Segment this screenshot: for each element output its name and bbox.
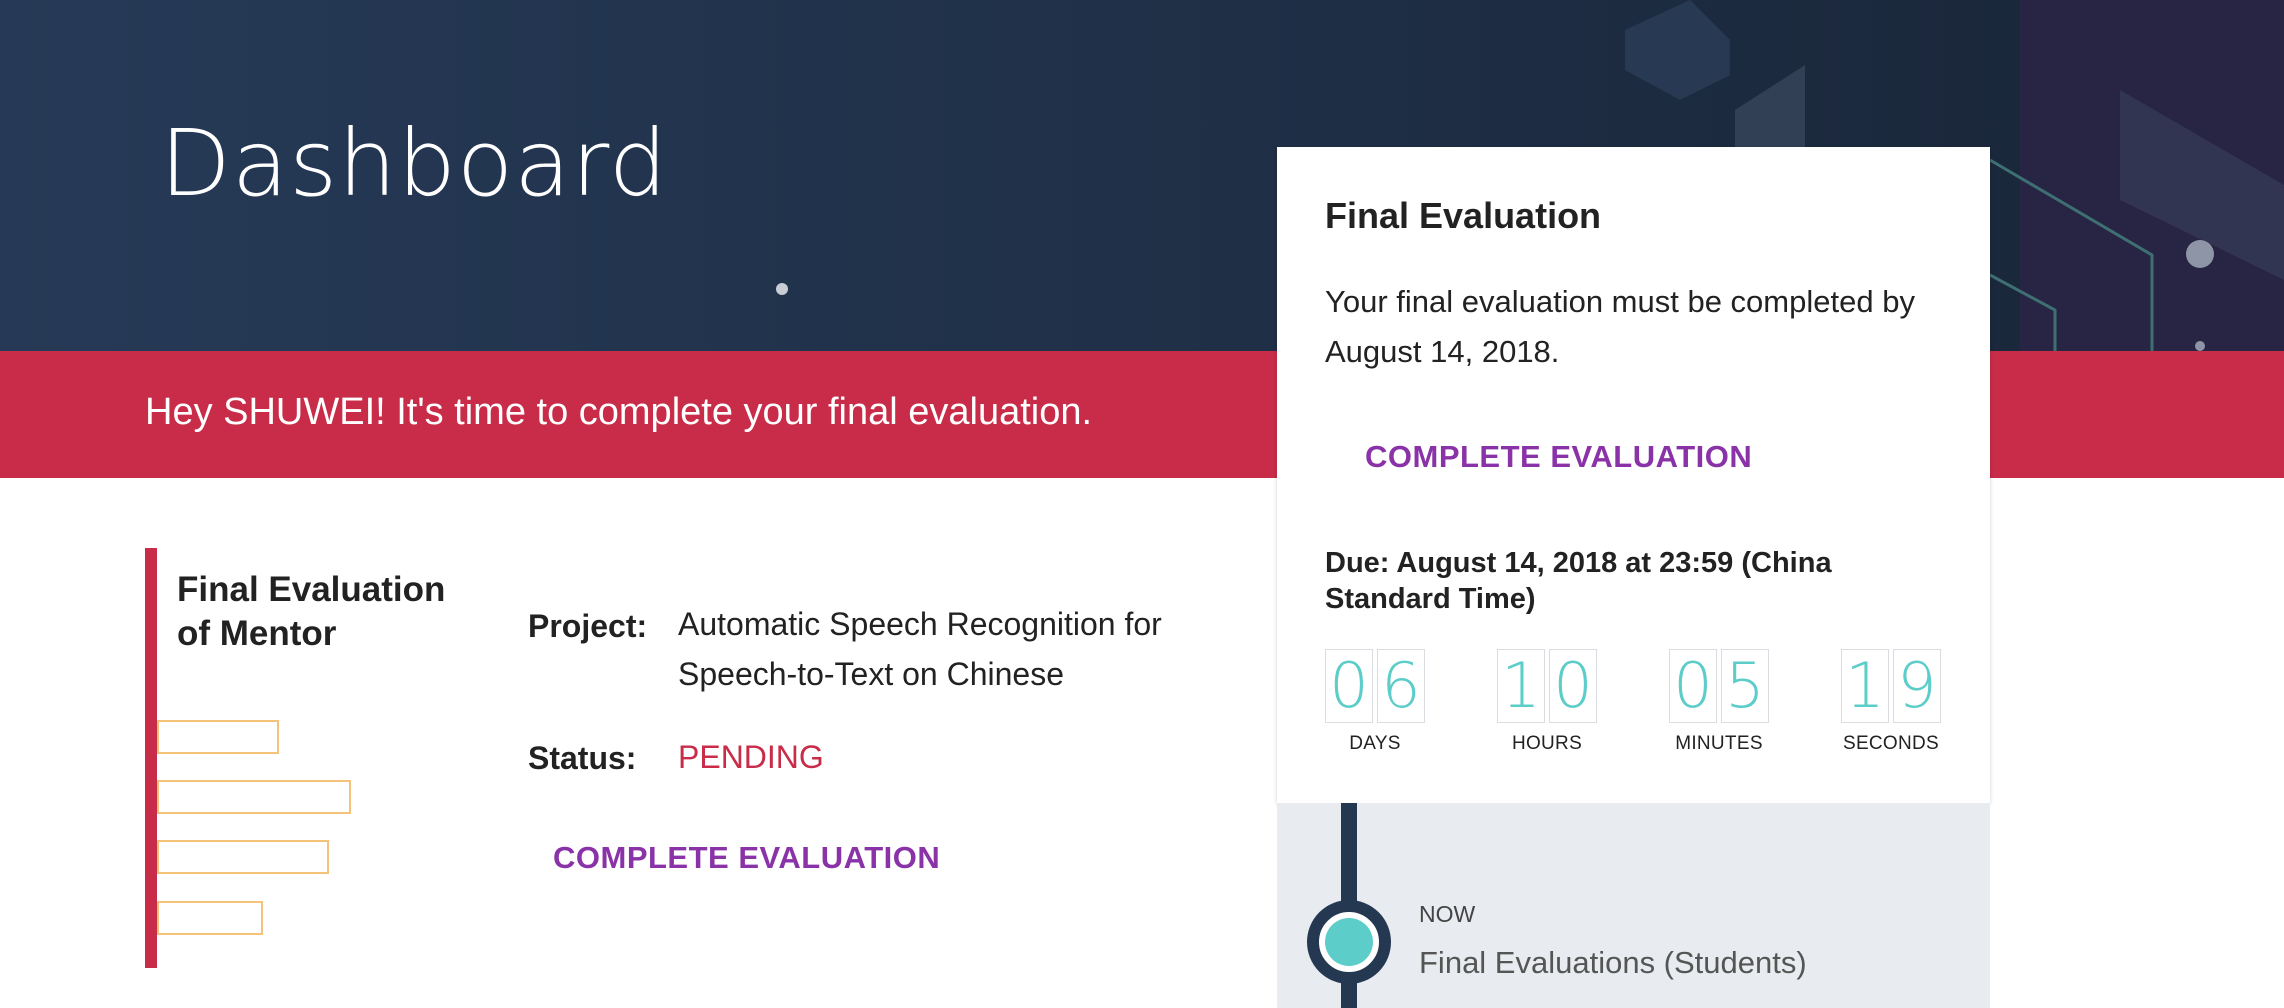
countdown-digit: 0	[1669, 649, 1717, 723]
countdown-label: MINUTES	[1675, 733, 1763, 754]
evaluation-title: Final Evaluation of Mentor	[177, 570, 446, 653]
status-badge: PENDING	[678, 739, 824, 775]
countdown-days: 0 6 DAYS	[1325, 649, 1425, 755]
countdown-digit: 6	[1377, 649, 1425, 723]
countdown-label: HOURS	[1511, 733, 1583, 754]
card-title: Final Evaluation	[1325, 195, 1602, 236]
evaluation-item: Final Evaluation of Mentor Project: Auto…	[145, 548, 1245, 968]
card-description: Your final evaluation must be completed …	[1325, 284, 1915, 369]
placeholder-bar	[157, 840, 329, 874]
project-label: Project:	[528, 608, 648, 644]
countdown-seconds: 1 9 SECONDS	[1841, 649, 1941, 755]
timeline-now-label: NOW	[1419, 901, 1476, 927]
due-date-text: Due: August 14, 2018 at 23:59 (China Sta…	[1325, 547, 1832, 615]
timeline: NOW Final Evaluations (Students)	[1277, 803, 1990, 1008]
countdown-hours: 1 0 HOURS	[1497, 649, 1597, 755]
countdown-digit: 9	[1893, 649, 1941, 723]
placeholder-bar	[157, 780, 351, 814]
countdown-minutes: 0 5 MINUTES	[1669, 649, 1769, 755]
evaluation-accent-bar	[145, 548, 157, 968]
countdown-timer: 0 6 DAYS 1 0 HOURS 0 5 MINUTES 1 9 SECON…	[1325, 649, 1941, 759]
placeholder-bar	[157, 901, 263, 935]
decorative-dot	[776, 283, 788, 295]
countdown-digit: 0	[1325, 649, 1373, 723]
countdown-label: DAYS	[1349, 733, 1401, 754]
page-title: Dashboard	[160, 110, 669, 217]
status-label: Status:	[528, 740, 637, 776]
complete-evaluation-button[interactable]: COMPLETE EVALUATION	[553, 840, 940, 876]
countdown-digit: 5	[1721, 649, 1769, 723]
final-evaluation-card: Final Evaluation Your final evaluation m…	[1277, 147, 1990, 803]
card-complete-evaluation-button[interactable]: COMPLETE EVALUATION	[1365, 439, 1752, 475]
countdown-label: SECONDS	[1842, 733, 1940, 754]
alert-text: Hey SHUWEI! It's time to complete your f…	[145, 391, 1093, 433]
timeline-now-marker-icon	[1307, 900, 1391, 984]
timeline-item-title: Final Evaluations (Students)	[1419, 945, 1807, 980]
countdown-digit: 1	[1841, 649, 1889, 723]
project-value: Automatic Speech Recognition for Speech-…	[678, 606, 1162, 692]
placeholder-bar	[157, 720, 279, 754]
countdown-digit: 1	[1497, 649, 1545, 723]
countdown-digit: 0	[1549, 649, 1597, 723]
